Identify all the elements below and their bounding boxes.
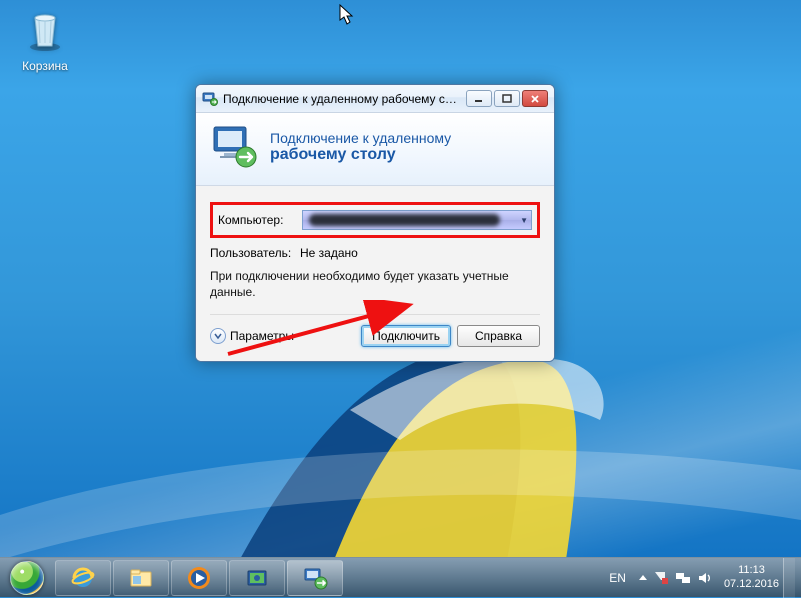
system-tray: EN 11:13 07.12.2016 [599,558,801,597]
clock[interactable]: 11:13 07.12.2016 [724,564,779,592]
computer-value-redacted [309,214,500,226]
dialog-banner: Подключение к удаленному рабочему столу [196,113,554,186]
clock-time: 11:13 [724,564,779,578]
banner-line1: Подключение к удаленному [270,130,451,146]
close-button[interactable] [522,90,548,107]
window-title: Подключение к удаленному рабочему столу [223,92,461,106]
recycle-bin-label: Корзина [8,59,82,73]
credentials-notice: При подключении необходимо будет указать… [210,268,540,300]
action-center-icon[interactable] [653,570,669,586]
start-button[interactable] [0,558,54,598]
tray-overflow-icon[interactable] [636,571,650,585]
mouse-cursor-icon [339,4,355,26]
taskbar-media-player[interactable] [171,560,227,596]
annotation-arrow-icon [224,300,424,360]
minimize-button[interactable] [466,90,492,107]
user-label: Пользователь: [210,246,294,260]
chevron-down-icon: ▼ [520,216,528,225]
computer-combobox[interactable]: ▼ [302,210,532,230]
remote-desktop-banner-icon [210,123,258,171]
taskbar-ie[interactable] [55,560,111,596]
recycle-bin-icon[interactable]: Корзина [8,6,82,73]
clock-date: 07.12.2016 [724,578,779,592]
computer-label: Компьютер: [218,213,296,227]
user-value: Не задано [300,246,358,260]
titlebar[interactable]: Подключение к удаленному рабочему столу [196,85,554,113]
taskbar-remote-desktop[interactable] [287,560,343,596]
taskbar-settings[interactable] [229,560,285,596]
volume-icon[interactable] [697,570,713,586]
computer-field-highlight: Компьютер: ▼ [210,202,540,238]
taskbar: EN 11:13 07.12.2016 [0,557,801,597]
language-indicator[interactable]: EN [609,571,626,585]
remote-desktop-icon [202,91,218,107]
banner-line2: рабочему столу [270,146,451,164]
taskbar-explorer[interactable] [113,560,169,596]
maximize-button[interactable] [494,90,520,107]
show-desktop-button[interactable] [783,558,795,598]
network-icon[interactable] [675,570,691,586]
help-button[interactable]: Справка [457,325,540,347]
